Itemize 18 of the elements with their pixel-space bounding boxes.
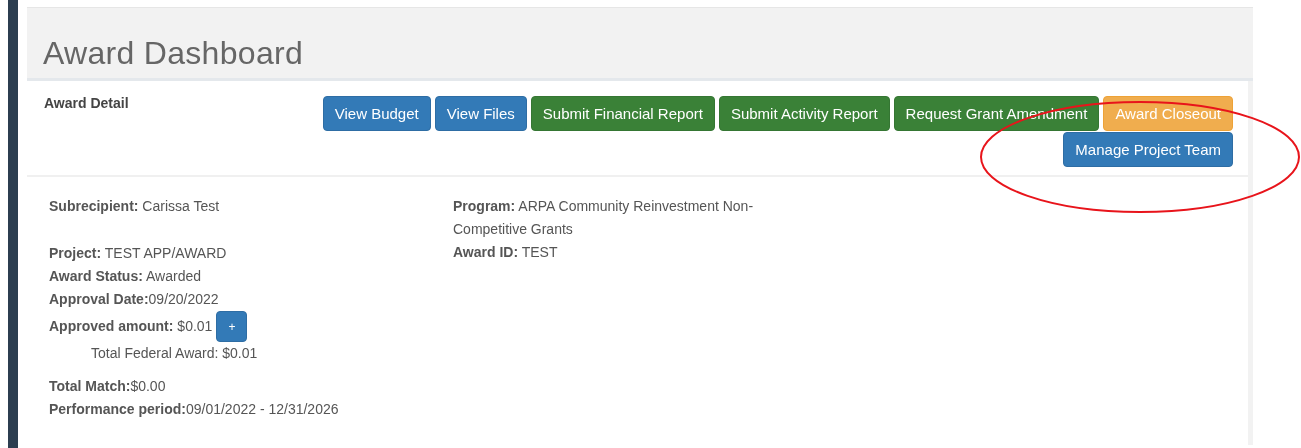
action-button[interactable]: View Files <box>434 96 527 131</box>
detail-field: Performance period:09/01/2022 - 12/31/2026 <box>49 398 339 421</box>
detail-field: Award ID: TEST <box>453 241 558 264</box>
action-button[interactable]: View Budget <box>322 96 431 131</box>
action-button[interactable]: Manage Project Team <box>1063 132 1233 167</box>
detail-field: Project: TEST APP/AWARD <box>49 242 227 265</box>
action-button[interactable]: Submit Financial Report <box>530 96 715 131</box>
detail-field: Approved amount: $0.01 <box>49 315 213 338</box>
action-button[interactable]: Submit Activity Report <box>718 96 890 131</box>
detail-field: Total Federal Award: $0.01 <box>91 342 258 365</box>
page-title: Award Dashboard <box>43 35 304 72</box>
detail-field: Award Status: Awarded <box>49 265 201 288</box>
detail-field: Total Match:$0.00 <box>49 375 166 398</box>
section-title: Award Detail <box>44 95 129 113</box>
detail-field: Subrecipient: Carissa Test <box>49 195 220 218</box>
detail-field: Approval Date:09/20/2022 <box>49 288 219 311</box>
detail-field: Program: ARPA Community Reinvestment Non-Competitive Grants <box>453 195 773 241</box>
expand-button[interactable]: + <box>216 311 248 342</box>
